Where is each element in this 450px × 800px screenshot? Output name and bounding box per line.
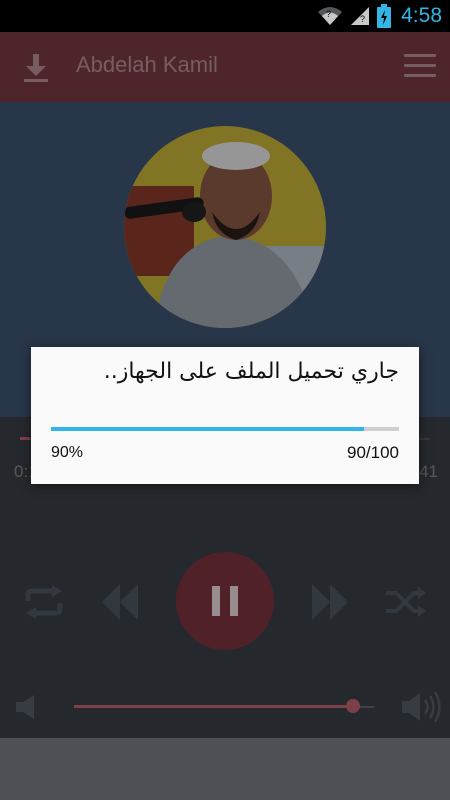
dialog-message: جاري تحميل الملف على الجهاز.. — [103, 359, 399, 384]
download-progress-bar — [51, 427, 399, 431]
progress-count: 90/100 — [347, 443, 399, 462]
signal-icon: ? — [351, 7, 370, 25]
wifi-icon: ? — [318, 7, 343, 25]
status-bar: ? ? 4:58 — [0, 0, 450, 32]
status-time: 4:58 — [401, 4, 442, 27]
progress-percent: 90% — [51, 444, 84, 461]
svg-text:?: ? — [360, 14, 365, 24]
svg-text:?: ? — [326, 9, 331, 19]
download-progress-fill — [51, 427, 365, 431]
download-progress-dialog: جاري تحميل الملف على الجهاز.. 90% 90/100 — [31, 347, 419, 484]
battery-charging-icon — [377, 4, 392, 28]
